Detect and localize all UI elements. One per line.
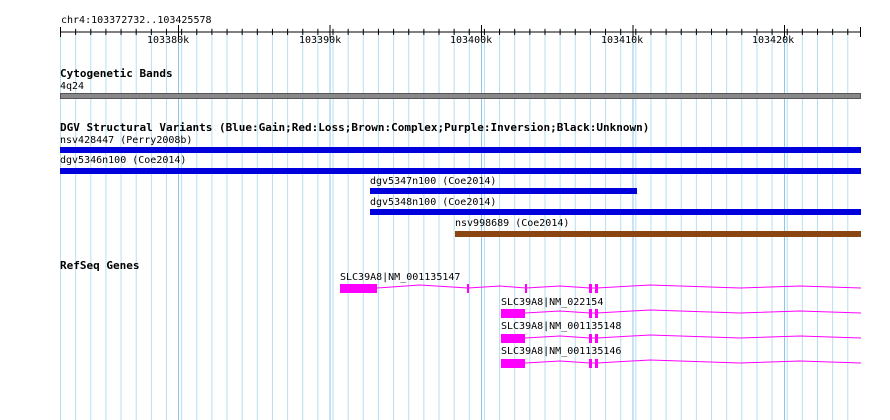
exon-block [595, 284, 598, 293]
exon-block [340, 284, 377, 293]
exon-block [589, 359, 592, 368]
genome-browser-view: chr4:103372732..103425578 103380k 103390… [0, 0, 890, 420]
exon-block [501, 359, 525, 368]
exon-block [501, 334, 525, 343]
exon-block [589, 309, 592, 318]
transcript-model[interactable] [501, 334, 862, 343]
exon-block [595, 359, 598, 368]
exon-block [501, 309, 525, 318]
exon-block [525, 284, 527, 293]
transcript-model[interactable] [501, 359, 862, 368]
exon-block [595, 334, 598, 343]
exon-block [589, 334, 592, 343]
exon-block [595, 309, 598, 318]
transcript-model[interactable] [501, 309, 862, 318]
refseq-gene-models [340, 284, 862, 368]
transcript-model[interactable] [340, 284, 862, 293]
exon-block [589, 284, 592, 293]
exon-block [467, 284, 469, 293]
